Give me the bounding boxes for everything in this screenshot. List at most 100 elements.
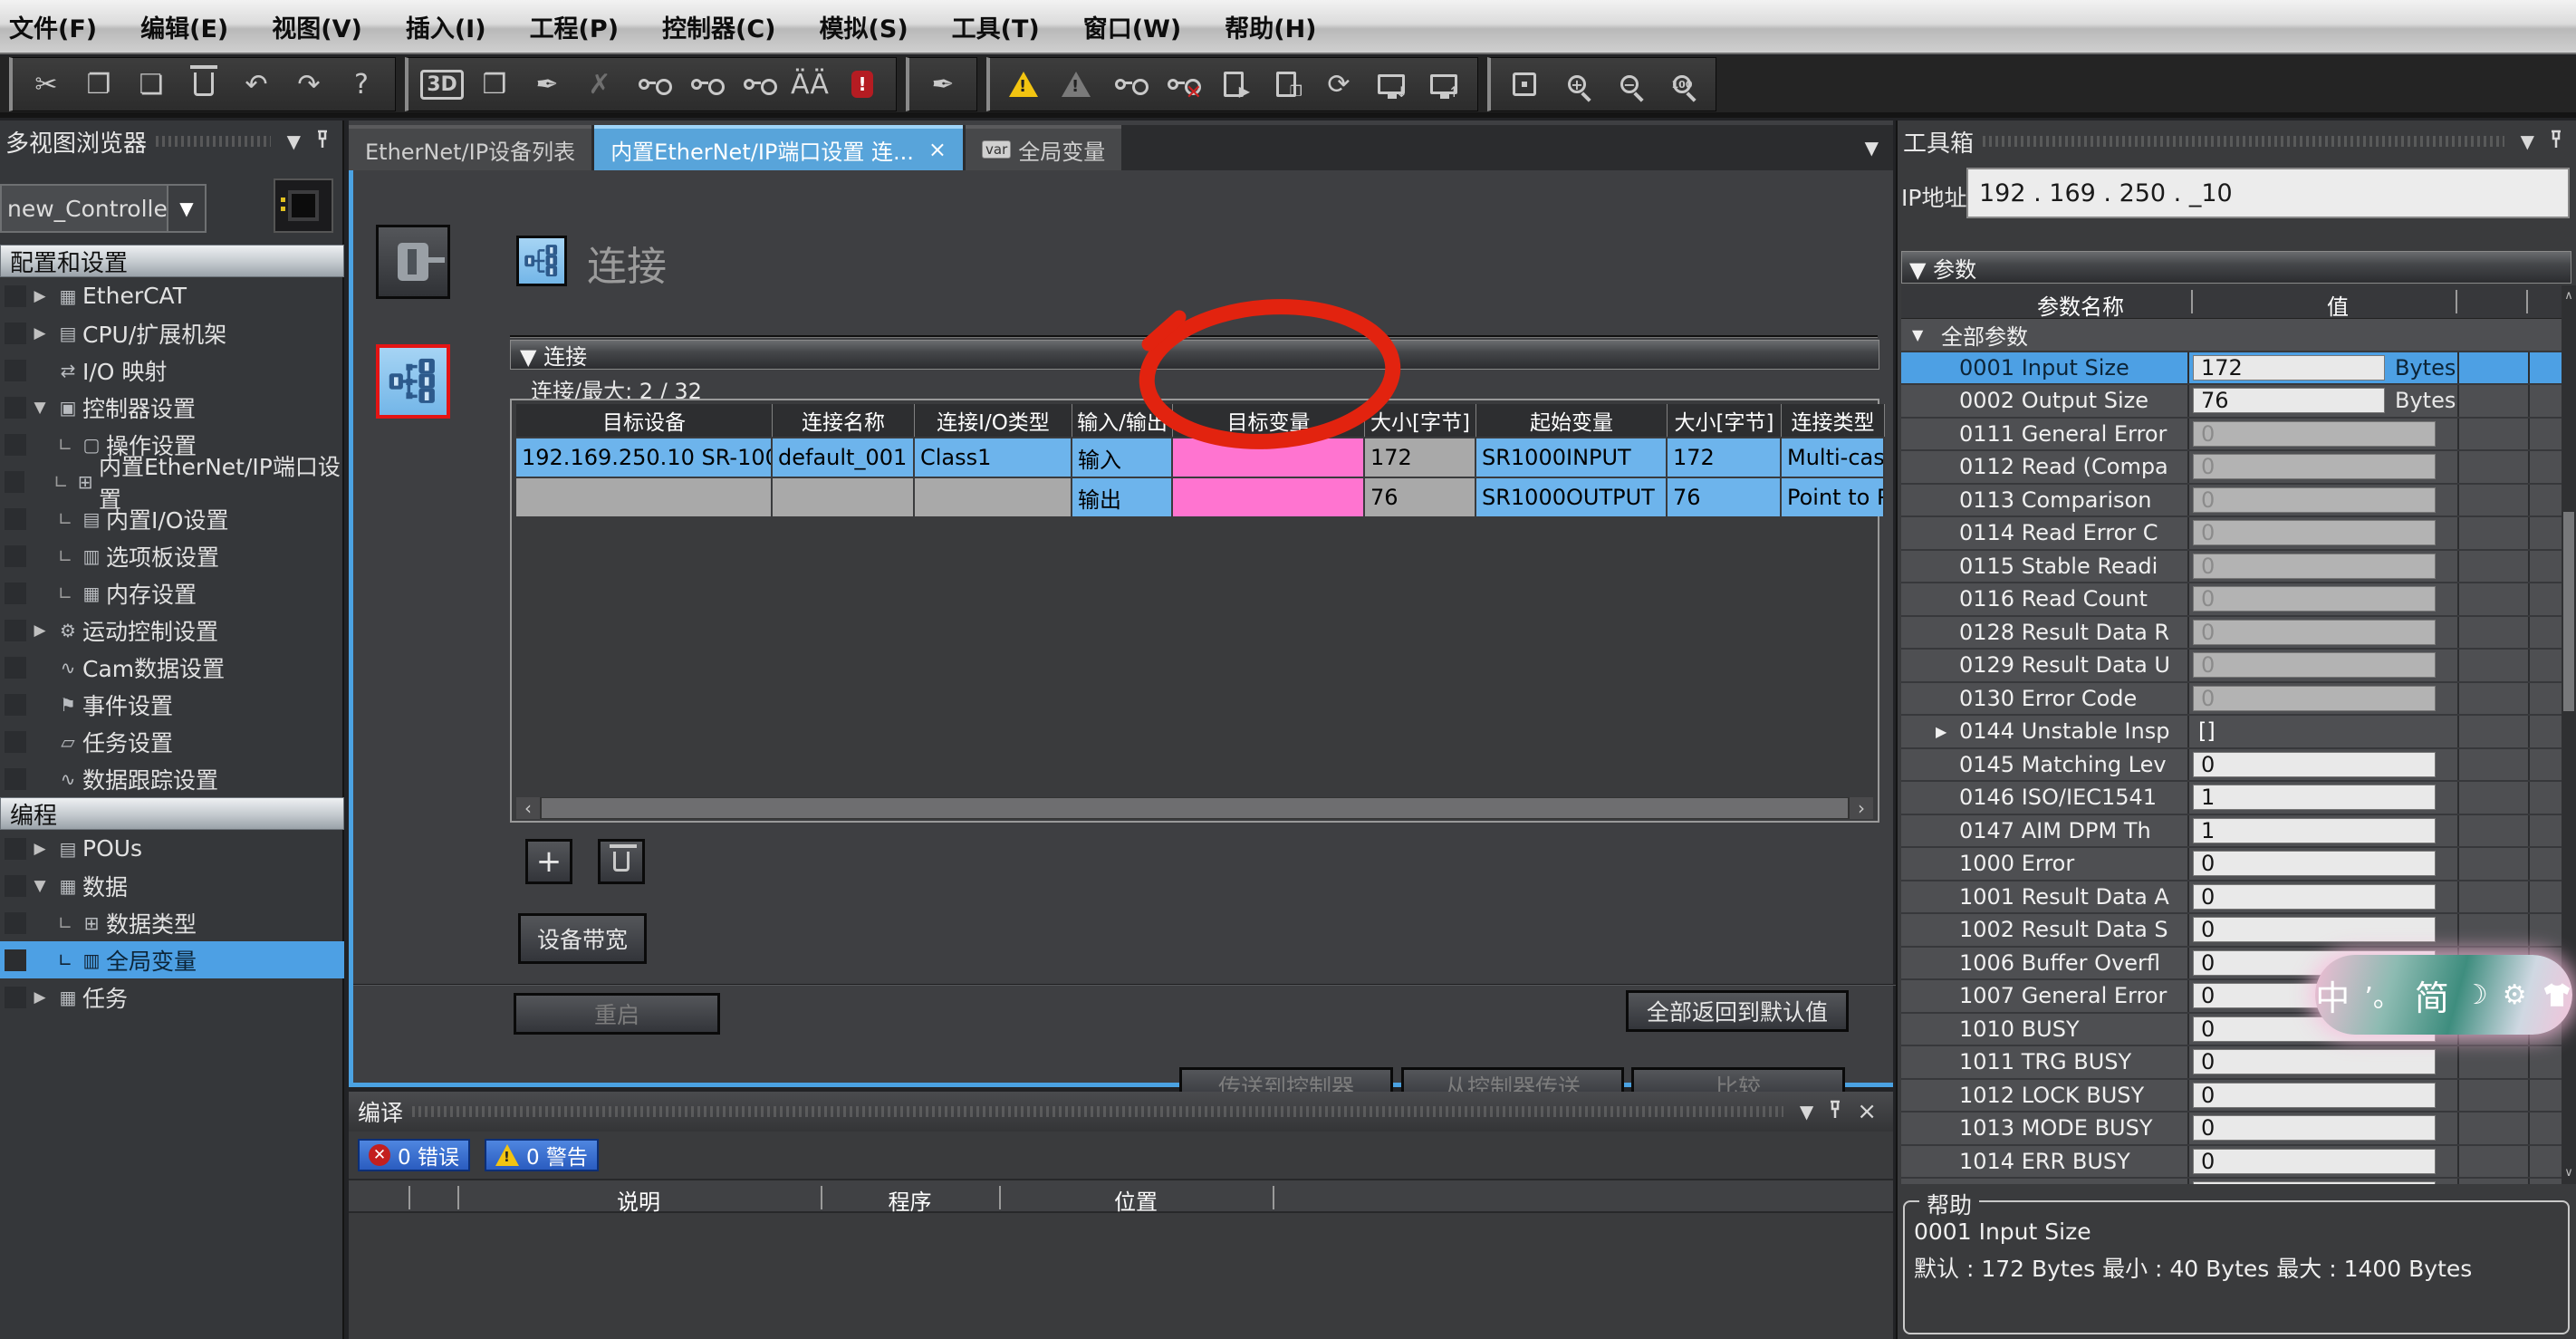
param-row[interactable]: 0113 Comparison — [1901, 485, 2571, 518]
sidebar-item-全局变量[interactable]: ∟▥全局变量 — [0, 941, 344, 978]
sidebar-item-CPU/扩展机架[interactable]: ▶▤CPU/扩展机架 — [0, 314, 344, 352]
menu-item-5[interactable]: 控制器(C) — [640, 0, 798, 53]
pin-icon[interactable] — [2549, 130, 2563, 154]
param-row[interactable]: 0128 Result Data R — [1901, 617, 2571, 650]
download-to-controller-icon[interactable]: ↓ — [1365, 61, 1418, 108]
param-value-input[interactable] — [2193, 851, 2436, 876]
param-value-input[interactable] — [2193, 785, 2436, 810]
sidebar-section-0[interactable]: 配置和设置 — [0, 245, 344, 277]
sidebar-item-数据类型[interactable]: ∟⊞数据类型 — [0, 904, 344, 941]
param-row[interactable]: 0129 Result Data U — [1901, 650, 2571, 683]
close-icon[interactable]: × — [1857, 1098, 1877, 1125]
restore-defaults-button[interactable]: 全部返回到默认值 — [1626, 990, 1849, 1032]
cell-r0-c8[interactable]: Multi-cas — [1782, 437, 1885, 477]
cell-r1-c8[interactable]: Point to P — [1782, 477, 1885, 516]
param-row[interactable]: 1012 LOCK BUSY — [1901, 1080, 2571, 1113]
cell-r0-c2[interactable]: Class1 — [915, 437, 1072, 477]
cell-r0-c5[interactable]: 172 — [1365, 437, 1476, 477]
sidebar-item-Cam数据设置[interactable]: ∿Cam数据设置 — [0, 649, 344, 686]
menu-item-3[interactable]: 插入(I) — [384, 0, 508, 53]
expand-arrow-icon[interactable]: ▶ — [26, 840, 53, 858]
tab-list-dropdown-icon[interactable]: ▼ — [1865, 137, 1879, 159]
param-value-input[interactable] — [2193, 917, 2436, 942]
device-view-button[interactable] — [376, 225, 450, 299]
warning-count-badge[interactable]: ! 0 警告 — [485, 1139, 599, 1171]
param-value-input[interactable] — [2193, 652, 2436, 678]
menu-item-4[interactable]: 工程(P) — [508, 0, 640, 53]
params-section-header[interactable]: ▼ 参数 — [1901, 251, 2571, 284]
param-value-input[interactable] — [2193, 586, 2436, 612]
cell-r1-c4[interactable] — [1173, 477, 1365, 516]
debug-run-icon[interactable]: ✒ — [917, 61, 969, 108]
connection-view-button[interactable] — [376, 344, 450, 419]
sidebar-item-I/O 映射[interactable]: ⇄I/O 映射 — [0, 352, 344, 389]
copy-doc-icon[interactable]: ❐ — [1260, 61, 1312, 108]
scrollbar-thumb[interactable] — [2563, 512, 2574, 711]
3d-view-icon[interactable]: 3D — [416, 61, 468, 108]
go-online-icon[interactable]: ! — [997, 61, 1050, 108]
param-row[interactable]: ▶0144 Unstable Insp[] — [1901, 716, 2571, 749]
col-header-2[interactable]: 连接I/O类型 — [915, 404, 1072, 437]
cell-r0-c3[interactable]: 输入 — [1072, 437, 1173, 477]
sidebar-item-控制器设置[interactable]: ▼▣控制器设置 — [0, 389, 344, 426]
expand-arrow-icon[interactable]: ▶ — [1936, 723, 1946, 740]
chevron-down-icon[interactable]: ▼ — [287, 130, 301, 152]
expand-arrow-icon[interactable]: ▼ — [26, 877, 53, 895]
ime-punctuation-icon[interactable]: ’。 — [2364, 975, 2400, 1015]
param-value-input[interactable] — [2193, 520, 2436, 545]
sidebar-item-任务设置[interactable]: ▱任务设置 — [0, 723, 344, 760]
sidebar-item-事件设置[interactable]: ⚑事件设置 — [0, 686, 344, 723]
zoom-100-icon[interactable]: 100 — [1656, 61, 1708, 108]
param-value-input[interactable] — [2193, 554, 2436, 579]
param-row[interactable]: 1000 Error — [1901, 848, 2571, 881]
sidebar-item-数据跟踪设置[interactable]: ∿数据跟踪设置 — [0, 760, 344, 797]
chevron-down-icon[interactable]: ▼ — [2521, 130, 2534, 152]
param-row[interactable]: 0116 Read Count — [1901, 583, 2571, 617]
sidebar-item-任务[interactable]: ▶▦任务 — [0, 978, 344, 1016]
param-row[interactable]: 1013 MODE BUSY — [1901, 1113, 2571, 1146]
monitor-icon[interactable] — [1102, 61, 1155, 108]
device-bandwidth-button[interactable]: 设备带宽 — [518, 913, 647, 964]
rebuild-icon[interactable]: ✗ — [573, 61, 626, 108]
param-value-input[interactable] — [2193, 454, 2436, 479]
expand-arrow-icon[interactable]: ▼ — [26, 399, 53, 417]
tab-close-icon[interactable]: × — [928, 137, 947, 162]
param-row[interactable]: 1014 ERR BUSY — [1901, 1146, 2571, 1180]
param-value-input[interactable] — [2193, 388, 2385, 413]
sidebar-section-1[interactable]: 编程 — [0, 797, 344, 830]
scroll-down-icon[interactable]: ∨ — [2562, 1162, 2576, 1184]
vertical-scrollbar[interactable]: ∧ ∨ — [2562, 285, 2576, 1184]
zoom-out-icon[interactable]: − — [1603, 61, 1656, 108]
col-header-3[interactable]: 输入/输出 — [1072, 404, 1173, 437]
menu-item-6[interactable]: 模拟(S) — [798, 0, 930, 53]
chevron-down-icon[interactable]: ▼ — [167, 186, 205, 231]
error-list-icon[interactable]: ! — [836, 61, 889, 108]
copy-icon[interactable]: ❐ — [72, 61, 125, 108]
controller-selector[interactable]: new_Controller_0 ▼ — [0, 184, 207, 233]
col-header-6[interactable]: 起始变量 — [1476, 404, 1668, 437]
param-row[interactable]: 0130 Error Code — [1901, 683, 2571, 717]
param-group-row[interactable]: ▼全部参数 — [1901, 319, 2571, 352]
expand-arrow-icon[interactable]: ▶ — [26, 988, 53, 1007]
sidebar-item-内存设置[interactable]: ∟▦内存设置 — [0, 574, 344, 612]
param-value-input[interactable] — [2193, 1149, 2436, 1174]
expand-arrow-icon[interactable]: ▶ — [26, 621, 53, 640]
param-value-input[interactable] — [2193, 752, 2436, 777]
check-program-icon[interactable] — [626, 61, 678, 108]
sidebar-item-运动控制设置[interactable]: ▶⚙运动控制设置 — [0, 612, 344, 649]
ip-address-input[interactable] — [1966, 168, 2570, 218]
param-row[interactable]: 0147 AIM DPM Th — [1901, 815, 2571, 849]
expand-arrow-icon[interactable]: ▶ — [26, 287, 53, 305]
tab-2[interactable]: var全局变量 — [966, 125, 1121, 170]
col-header-4[interactable]: 目标变量 — [1173, 404, 1365, 437]
scroll-left-icon[interactable]: ‹ — [516, 797, 540, 819]
cell-r1-c3[interactable]: 输出 — [1072, 477, 1173, 516]
scroll-up-icon[interactable]: ∧ — [2562, 285, 2576, 307]
scroll-right-icon[interactable]: › — [1850, 797, 1873, 819]
error-count-badge[interactable]: ✕ 0 错误 — [358, 1139, 470, 1171]
param-value-input[interactable] — [2193, 884, 2436, 910]
col-header-8[interactable]: 连接类型 — [1782, 404, 1885, 437]
param-row[interactable]: 0111 General Error — [1901, 419, 2571, 452]
param-row[interactable]: 0112 Read (Compa — [1901, 451, 2571, 485]
restart-button[interactable]: 重启 — [514, 993, 720, 1035]
